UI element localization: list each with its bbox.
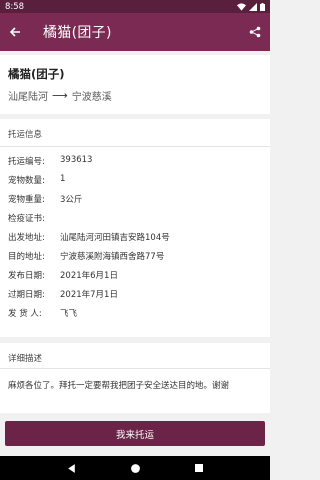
info-value: 汕尾陆河河田镇吉安路104号 (60, 233, 170, 243)
info-value: 1 (60, 174, 66, 184)
route-to: 宁波慈溪 (71, 92, 112, 103)
nav-home-icon[interactable] (130, 463, 141, 474)
info-row-quantity: 宠物数量: 1 (8, 174, 65, 186)
description-card: 详细描述 麻烦各位了。拜托一定要帮我把团子安全送达目的地。谢谢 (0, 343, 270, 413)
info-row-id: 托运编号: 393613 (8, 155, 92, 167)
signal-icon (249, 2, 257, 11)
info-value: 2021年7月1日 (60, 290, 118, 300)
pet-name: 橘猫(团子) (8, 67, 65, 81)
battery-icon (260, 2, 265, 11)
info-label: 托运编号: (8, 157, 45, 167)
info-row-sender: 发 货 人: 飞飞 (8, 307, 77, 319)
share-icon (249, 26, 261, 38)
system-nav-bar (0, 456, 270, 480)
consign-button[interactable]: 我来托运 (5, 421, 265, 446)
shipping-info-title: 托运信息 (8, 130, 43, 140)
info-value: 飞飞 (60, 309, 78, 319)
info-value: 3公斤 (60, 195, 83, 205)
info-row-destination: 目的地址: 宁波慈溪附海镇西舍路77号 (8, 250, 164, 262)
info-row-publish-date: 发布日期: 2021年6月1日 (8, 269, 118, 281)
info-row-expiry-date: 过期日期: 2021年7月1日 (8, 288, 118, 300)
status-icons (237, 2, 265, 11)
shipping-info-card: 托运信息 托运编号: 393613 宠物数量: 1 宠物重量: 3公斤 检疫证书… (0, 119, 270, 337)
info-label: 过期日期: (8, 290, 45, 300)
app-bar: 橘猫(团子) (0, 13, 270, 51)
info-label: 检疫证书: (8, 214, 45, 224)
info-label: 宠物重量: (8, 195, 45, 205)
share-button[interactable] (240, 13, 270, 51)
route-arrow-icon: ⟶ (52, 89, 68, 102)
info-label: 宠物数量: (8, 176, 45, 186)
divider (0, 368, 270, 369)
nav-recents-icon[interactable] (194, 463, 204, 473)
description-title: 详细描述 (8, 354, 43, 364)
bottom-action-area: 我来托运 (0, 413, 270, 456)
info-value: 宁波慈溪附海镇西舍路77号 (60, 252, 165, 262)
info-row-weight: 宠物重量: 3公斤 (8, 193, 82, 205)
back-button[interactable] (0, 13, 30, 51)
divider (0, 146, 270, 147)
description-text: 麻烦各位了。拜托一定要帮我把团子安全送达目的地。谢谢 (8, 381, 230, 391)
page-title: 橘猫(团子) (43, 25, 112, 41)
route: 汕尾陆河 ⟶ 宁波慈溪 (8, 88, 112, 103)
info-row-origin: 出发地址: 汕尾陆河河田镇吉安路104号 (8, 231, 170, 243)
info-row-certificate: 检疫证书: (8, 212, 60, 224)
status-time: 8:58 (5, 1, 25, 12)
route-from: 汕尾陆河 (8, 92, 48, 103)
info-value: 2021年6月1日 (60, 271, 118, 281)
status-bar: 8:58 (0, 0, 270, 13)
back-arrow-icon (9, 27, 20, 37)
info-label: 发 货 人: (8, 309, 42, 319)
info-label: 出发地址: (8, 233, 45, 243)
pet-header-card: 橘猫(团子) 汕尾陆河 ⟶ 宁波慈溪 (0, 55, 270, 114)
info-label: 目的地址: (8, 252, 45, 262)
wifi-icon (237, 2, 246, 11)
info-value: 393613 (60, 155, 93, 165)
nav-back-icon[interactable] (66, 463, 77, 474)
info-label: 发布日期: (8, 271, 45, 281)
